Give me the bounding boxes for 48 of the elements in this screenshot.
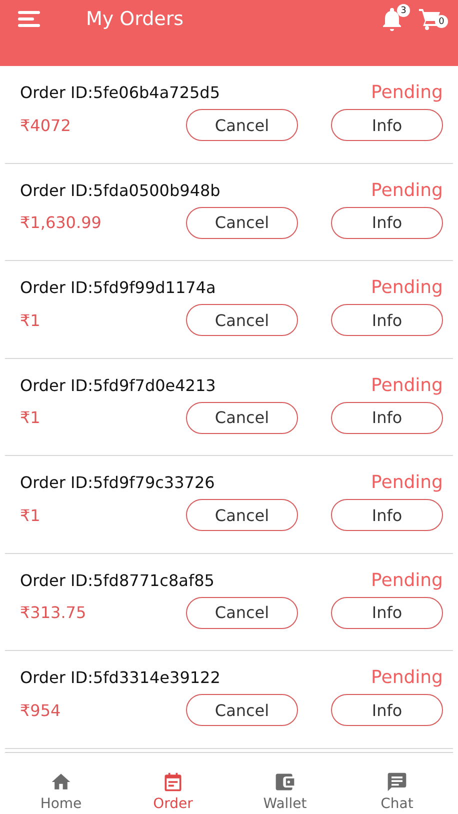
cart-icon[interactable] — [418, 6, 442, 32]
chat-icon — [386, 771, 408, 793]
cancel-button[interactable]: Cancel — [186, 109, 298, 141]
order-id: Order ID:5fd9f99d1174a — [20, 278, 216, 297]
order-status: Pending — [371, 277, 443, 298]
order-amount: ₹1 — [20, 506, 42, 524]
order-id: Order ID:5fd8771c8af85 — [20, 570, 214, 590]
bell-icon[interactable] — [380, 6, 404, 32]
cancel-button[interactable]: Cancel — [186, 206, 298, 238]
cancel-button[interactable]: Cancel — [186, 402, 298, 434]
nav-tab[interactable]: Chat — [341, 753, 453, 814]
order-status: Pending — [371, 472, 443, 493]
nav-tab[interactable]: Wallet — [229, 753, 341, 814]
info-button[interactable]: Info — [331, 596, 443, 628]
wallet-icon — [274, 771, 296, 793]
cancel-button[interactable]: Cancel — [186, 304, 298, 336]
info-button[interactable]: Info — [331, 694, 443, 726]
order-id: Order ID:5fd9f7d0e4213 — [20, 376, 216, 394]
order-amount: ₹313.75 — [20, 603, 88, 622]
menu-icon[interactable] — [18, 10, 42, 28]
order-amount: ₹1 — [20, 310, 42, 330]
order-amount: ₹954 — [20, 700, 62, 720]
order-amount: ₹4072 — [20, 116, 72, 134]
cancel-button[interactable]: Cancel — [186, 596, 298, 628]
order-status: Pending — [371, 180, 443, 200]
order-status: Pending — [371, 82, 443, 103]
info-button[interactable]: Info — [331, 304, 443, 336]
order-status: Pending — [371, 374, 443, 396]
nav-tab[interactable]: Order — [117, 753, 229, 814]
order-id: Order ID:5fda0500b948b — [20, 180, 220, 200]
order-amount: ₹1 — [20, 408, 42, 427]
info-button[interactable]: Info — [331, 499, 443, 531]
nav-tab[interactable]: Home — [5, 753, 117, 814]
order-status: Pending — [371, 570, 443, 590]
cart-count: 0 — [435, 15, 448, 28]
cancel-button[interactable]: Cancel — [186, 499, 298, 531]
order-amount: ₹1,630.99 — [20, 213, 102, 232]
order-id: Order ID:5fd9f79c33726 — [20, 473, 215, 492]
order-id: Order ID:5fd3314e39122 — [20, 668, 220, 687]
order-id: Order ID:5fe06b4a725d5 — [20, 83, 220, 102]
order-status: Pending — [371, 667, 443, 688]
info-button[interactable]: Info — [331, 402, 443, 434]
page-title: My Orders — [86, 8, 185, 30]
info-button[interactable]: Info — [331, 206, 443, 238]
calendar-icon — [162, 771, 184, 793]
notification-count: 3 — [397, 4, 410, 17]
info-button[interactable]: Info — [331, 109, 443, 141]
cancel-button[interactable]: Cancel — [186, 694, 298, 726]
